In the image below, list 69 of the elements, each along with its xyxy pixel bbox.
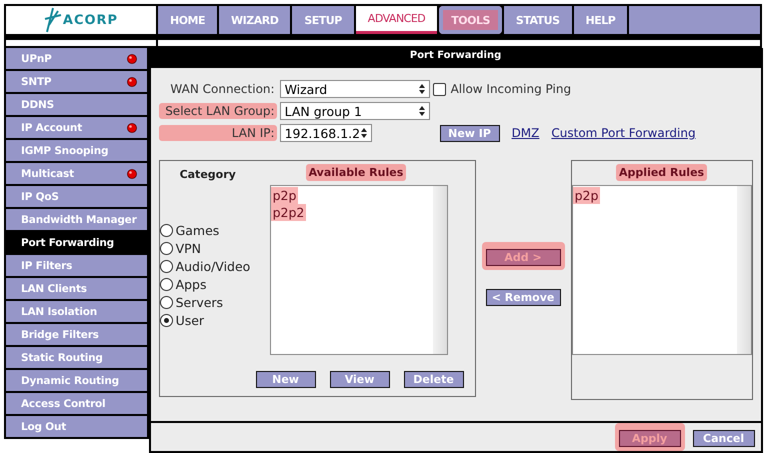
sidebar-item[interactable]: IP QoS	[6, 186, 147, 207]
sidebar-item[interactable]: IP Filters	[6, 255, 147, 276]
radio-button[interactable]	[160, 242, 173, 254]
radio-label: Servers	[176, 294, 224, 310]
category-heading: Category	[180, 168, 237, 181]
footer-button[interactable]: Apply	[618, 430, 681, 447]
add-button[interactable]: Add >	[486, 249, 561, 266]
list-heading: Applied Rules	[616, 164, 708, 181]
panel-title: Port Forwarding	[150, 48, 761, 68]
scrollbar[interactable]	[736, 186, 751, 354]
radio-button[interactable]	[160, 260, 173, 272]
star-logo-icon	[44, 7, 62, 33]
sidebar-item[interactable]: Multicast	[6, 163, 147, 184]
logo: ACORP	[62, 12, 118, 28]
sidebar-item[interactable]: LAN Isolation	[6, 301, 147, 322]
list-item[interactable]: p2p	[270, 187, 298, 204]
sidebar-item[interactable]: Access Control	[6, 393, 147, 414]
radio-button[interactable]	[160, 296, 173, 308]
field-label: Select LAN Group:	[158, 103, 277, 119]
sidebar-item[interactable]: UPnP	[6, 48, 147, 69]
rule-button[interactable]: New	[256, 371, 316, 388]
sidebar-item[interactable]: LAN Clients	[6, 278, 147, 299]
radio-label: VPN	[176, 240, 202, 256]
sidebar-item[interactable]: Static Routing	[6, 347, 147, 368]
up-down-arrows-icon	[418, 106, 425, 116]
sidebar-item[interactable]: Bridge Filters	[6, 324, 147, 345]
up-down-arrows-icon	[360, 128, 367, 138]
nav-tab[interactable]: SETUP	[292, 6, 354, 34]
rule-button[interactable]: Delete	[404, 371, 464, 388]
radio-button[interactable]	[160, 224, 173, 236]
nav-tab[interactable]: TOOLS	[439, 6, 502, 34]
sidebar-item[interactable]: Log Out	[6, 416, 147, 437]
up-down-arrows-icon	[418, 84, 425, 94]
sidebar-item[interactable]: IGMP Snooping	[6, 140, 147, 161]
field-label: LAN IP:	[158, 125, 277, 141]
sidebar-item[interactable]: Dynamic Routing	[6, 370, 147, 391]
rules-listbox[interactable]: p2p p2p2	[270, 185, 448, 355]
field-label: WAN Connection:	[169, 81, 276, 97]
rules-listbox[interactable]: p2p	[572, 185, 752, 355]
sidebar-item[interactable]: Bandwidth Manager	[6, 209, 147, 230]
list-item[interactable]: p2p2	[270, 204, 306, 221]
link[interactable]: Custom Port Forwarding	[551, 126, 696, 140]
radio-label: User	[176, 312, 204, 328]
radio-button[interactable]	[160, 278, 173, 290]
checkbox[interactable]	[432, 82, 446, 96]
list-heading: Available Rules	[306, 164, 406, 181]
new-ip-button[interactable]: New IP	[440, 124, 500, 142]
scrollbar[interactable]	[432, 186, 447, 354]
sidebar-item[interactable]: SNTP	[6, 71, 147, 92]
list-item[interactable]: p2p	[572, 187, 600, 204]
radio-label: Games	[176, 222, 220, 238]
footer-button[interactable]: Cancel	[692, 430, 755, 447]
nav-tab[interactable]: HOME	[158, 6, 218, 34]
nav-tab[interactable]: HELP	[574, 6, 628, 34]
radio-label: Apps	[176, 276, 206, 292]
lan-group-select[interactable]: LAN group 1	[280, 102, 430, 120]
nav-tab[interactable]: STATUS	[504, 6, 572, 34]
nav-tab[interactable]: WIZARD	[219, 6, 290, 34]
wan-connection-select[interactable]: Wizard	[280, 80, 430, 98]
radio-button[interactable]	[160, 314, 173, 326]
sidebar-item[interactable]: DDNS	[6, 94, 147, 115]
remove-button[interactable]: < Remove	[486, 289, 561, 306]
link[interactable]: DMZ	[512, 126, 540, 140]
checkbox-label: Allow Incoming Ping	[450, 82, 572, 96]
lan-ip-select[interactable]: 192.168.1.2	[280, 124, 372, 142]
rule-button[interactable]: View	[330, 371, 390, 388]
radio-label: Audio/Video	[176, 258, 250, 274]
nav-tab[interactable]: ADVANCED	[356, 6, 438, 34]
sidebar-item[interactable]: IP Account	[6, 117, 147, 138]
